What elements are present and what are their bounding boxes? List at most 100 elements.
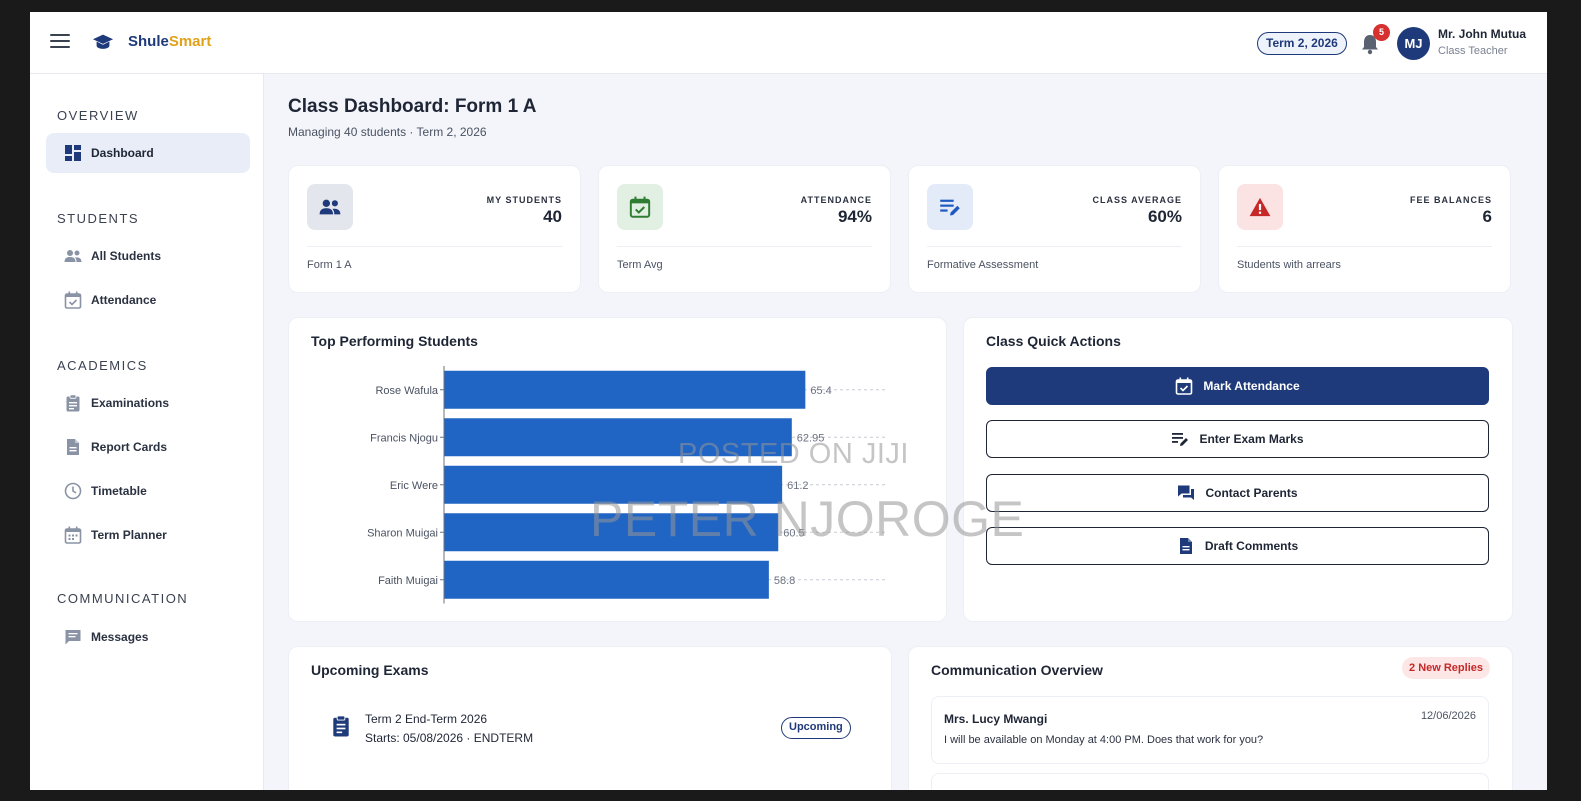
term-selector[interactable]: Term 2, 2026 [1257,32,1347,55]
clipboard-icon [333,715,349,737]
clock-icon [64,482,82,500]
sidebar-item-label: Term Planner [91,528,167,542]
sidebar: OVERVIEW Dashboard STUDENTS All Students… [30,74,264,790]
document-icon [67,439,79,455]
brand-name-part1: Shule [128,33,169,50]
stat-value: 94% [837,207,872,226]
sidebar-item-examinations[interactable]: Examinations [46,383,250,423]
sidebar-item-label: Examinations [91,396,170,410]
stat-footnote: Form 1 A [307,259,352,271]
message-icon [65,630,81,645]
user-name: Mr. John Mutua [1438,27,1526,41]
chart-bar [444,418,792,457]
chart-title: Top Performing Students [311,333,478,349]
stat-label: MY STUDENTS [486,195,562,205]
sidebar-section-students: STUDENTS [57,211,140,226]
user-role: Class Teacher [1438,45,1508,57]
document-icon [1179,538,1192,554]
exam-meta: Starts: 05/08/2026 · ENDTERM [365,731,534,745]
button-label: Mark Attendance [1203,379,1300,393]
calendar-icon [64,526,82,544]
sidebar-section-academics: ACADEMICS [57,358,148,373]
stat-label: FEE BALANCES [1409,195,1492,205]
calendar-check-icon [1176,377,1193,395]
stat-footnote: Term Avg [617,259,663,271]
message-date: 12/06/2026 [1420,710,1476,722]
sidebar-item-label: All Students [91,249,162,263]
stat-footnote: Formative Assessment [927,259,1039,271]
sidebar-item-messages[interactable]: Messages [46,617,250,657]
quick-actions-card: Class Quick Actions Mark Attendance Ente… [963,317,1513,622]
stat-icon-box [927,184,973,230]
top-performing-chart-card: Top Performing Students Rose Wafula 65.4 F… [288,317,947,622]
brand-logo[interactable]: ShuleSmart [128,33,211,50]
sidebar-item-term-planner[interactable]: Term Planner [46,515,250,555]
divider [1237,246,1492,247]
sidebar-item-report-cards[interactable]: Report Cards [46,427,250,467]
edit-list-icon [940,199,960,216]
y-tick-label: Rose Wafula [375,385,438,397]
message-item[interactable] [931,773,1489,790]
sidebar-item-timetable[interactable]: Timetable [46,471,250,511]
status-badge: Upcoming [781,717,851,739]
notification-count-badge: 5 [1373,24,1390,41]
chart-bar [444,513,779,552]
dashboard-icon [65,145,81,161]
communication-title: Communication Overview [931,662,1103,678]
enter-exam-marks-button[interactable]: Enter Exam Marks [986,420,1489,458]
sidebar-item-all-students[interactable]: All Students [46,236,250,276]
top-bar: ShuleSmart Term 2, 2026 5 MJ Mr. John Mu… [30,12,1547,74]
stat-card-attendance[interactable]: ATTENDANCE 94% Term Avg [598,165,891,293]
y-tick-label: Faith Muigai [378,575,438,587]
sidebar-item-dashboard[interactable]: Dashboard [46,133,250,173]
stat-label: ATTENDANCE [800,195,872,205]
draft-comments-button[interactable]: Draft Comments [986,527,1489,565]
divider [617,246,872,247]
message-text: I will be available on Monday at 4:00 PM… [944,734,1264,746]
stat-value: 6 [1482,207,1492,226]
data-label: 60.5 [783,527,804,539]
chat-icon [1178,485,1195,500]
button-label: Draft Comments [1204,539,1299,553]
page-subtitle: Managing 40 students · Term 2, 2026 [288,125,487,139]
button-label: Enter Exam Marks [1199,432,1304,446]
data-label: 65.4 [810,385,831,397]
stat-card-my-students[interactable]: MY STUDENTS 40 Form 1 A [288,165,581,293]
chart-bar [444,465,783,504]
calendar-check-icon [64,291,82,309]
y-tick-label: Sharon Muigai [367,527,438,539]
upcoming-exams-title: Upcoming Exams [311,662,429,678]
sidebar-item-attendance[interactable]: Attendance [46,280,250,320]
stat-card-fee-balances[interactable]: FEE BALANCES 6 Students with arrears [1218,165,1511,293]
stat-card-class-average[interactable]: CLASS AVERAGE 60% Formative Assessment [908,165,1201,293]
sidebar-item-label: Report Cards [91,440,168,454]
communication-overview-card: Communication Overview 2 New Replies Mrs… [908,646,1513,790]
contact-parents-button[interactable]: Contact Parents [986,474,1489,512]
sidebar-item-label: Timetable [91,484,147,498]
sidebar-section-communication: COMMUNICATION [57,591,189,606]
avatar[interactable]: MJ [1397,27,1430,60]
y-tick-label: Francis Njogu [370,432,438,444]
stat-icon-box [1237,184,1283,230]
data-label: 61.2 [787,480,808,492]
brand-name-part2: Smart [168,33,212,50]
stat-icon-box [617,184,663,230]
data-label: 62.95 [797,432,825,444]
stat-icon-box [307,184,353,230]
message-sender: Mrs. Lucy Mwangi [944,712,1048,726]
calendar-check-icon [629,196,651,218]
menu-icon[interactable] [50,34,70,50]
mark-attendance-button[interactable]: Mark Attendance [986,367,1489,405]
warning-icon [1249,197,1271,217]
data-label: 58.8 [774,575,795,587]
new-replies-badge[interactable]: 2 New Replies [1402,657,1490,679]
users-icon [319,199,341,215]
clipboard-icon [66,394,80,412]
exam-name: Term 2 End-Term 2026 [365,712,488,726]
y-tick-label: Eric Were [390,480,438,492]
divider [927,246,1182,247]
bar-chart: Rose Wafula 65.4 Francis Njogu 62.95 Eric We… [367,366,886,604]
quick-actions-title: Class Quick Actions [986,333,1121,349]
message-item[interactable]: Mrs. Lucy Mwangi 12/06/2026 I will be av… [931,696,1489,764]
stat-label: CLASS AVERAGE [1092,195,1182,205]
